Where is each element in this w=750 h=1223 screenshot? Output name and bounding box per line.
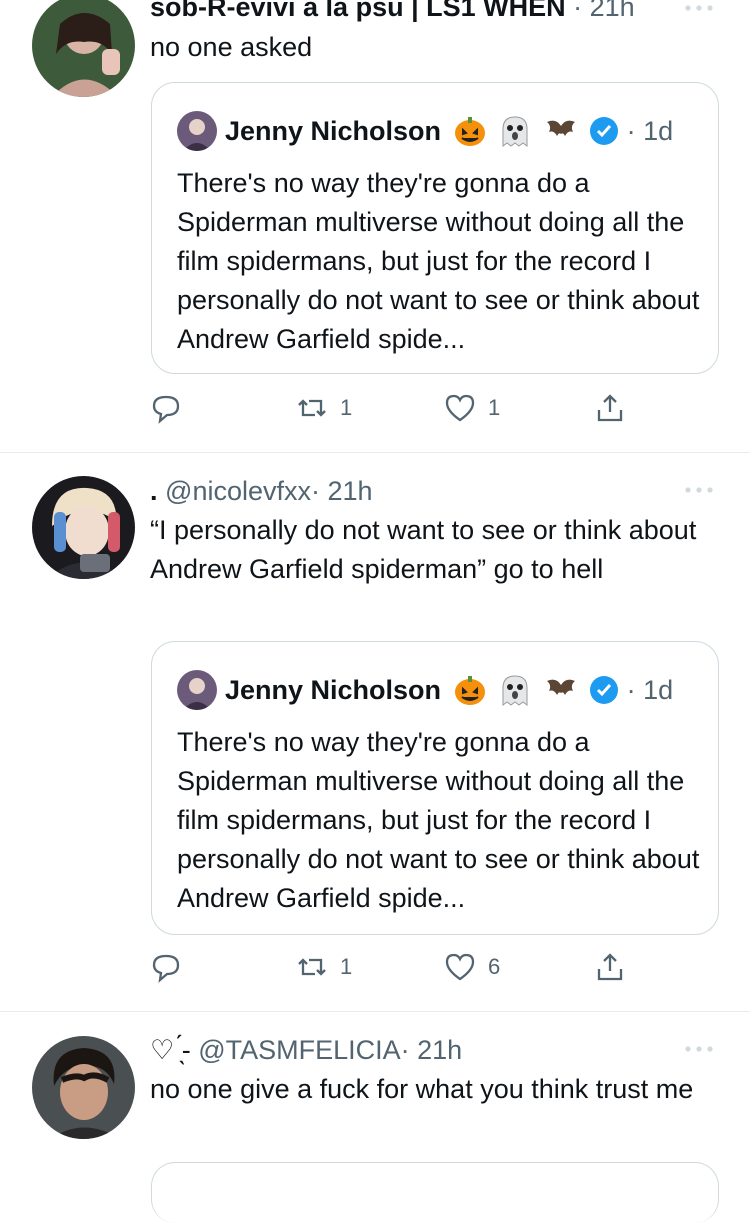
tweet-time[interactable]: · 21h — [573, 0, 635, 22]
quoted-tweet[interactable]: Jenny Nicholson · 1d There's no way they… — [151, 641, 719, 935]
share-button[interactable] — [594, 388, 626, 428]
pumpkin-emoji — [454, 117, 485, 146]
display-name[interactable]: . — [150, 476, 158, 506]
tweet-text: no one give a fuck for what you think tr… — [150, 1074, 694, 1104]
quoted-tweet-header: Jenny Nicholson · 1d — [177, 111, 673, 151]
tweet-text: “I personally do not want to see or thin… — [150, 515, 697, 584]
pumpkin-emoji — [454, 676, 485, 705]
retweet-button[interactable]: 1 — [296, 388, 352, 428]
reply-icon — [152, 395, 180, 424]
quoted-avatar[interactable] — [177, 670, 217, 710]
quoted-display-name[interactable]: Jenny Nicholson — [225, 675, 441, 705]
share-icon — [597, 394, 623, 422]
action-bar: 1 1 — [150, 388, 640, 428]
bat-emoji — [546, 120, 575, 136]
tweet-2[interactable]: . @nicolevfxx· 21h “I personally do not … — [0, 453, 750, 1010]
quoted-tweet[interactable]: Jenny Nicholson · 1d There's no way they… — [151, 82, 719, 374]
retweet-icon — [298, 958, 326, 976]
heart-icon — [445, 394, 475, 422]
tweet-time[interactable]: · 21h — [401, 1035, 463, 1065]
heart-icon — [445, 953, 475, 981]
retweet-icon — [298, 399, 326, 417]
reply-button[interactable] — [150, 388, 194, 428]
share-icon — [597, 953, 623, 981]
reply-icon — [152, 954, 180, 983]
tweet-header: ♡ ̖́- @TASMFELICIA· 21h — [150, 1033, 462, 1067]
like-count: 6 — [488, 954, 501, 979]
quoted-text: There's no way they're gonna do a Spider… — [177, 727, 700, 913]
avatar[interactable] — [32, 1036, 135, 1139]
more-icon[interactable] — [684, 486, 714, 494]
tweet-3[interactable]: ♡ ̖́- @TASMFELICIA· 21h no one give a fu… — [0, 1012, 750, 1223]
quoted-text: There's no way they're gonna do a Spider… — [177, 168, 700, 354]
verified-icon — [590, 117, 619, 145]
bat-emoji — [546, 679, 575, 695]
ghost-emoji — [502, 675, 528, 706]
retweet-button[interactable]: 1 — [296, 947, 352, 987]
tweet-time[interactable]: · 21h — [311, 476, 373, 506]
display-name[interactable]: sob-R-evivi a la psu | LS1 WHEN — [150, 0, 566, 22]
avatar[interactable] — [32, 0, 135, 97]
handle[interactable]: @TASMFELICIA — [198, 1035, 400, 1065]
more-icon[interactable] — [684, 4, 714, 12]
quoted-tweet[interactable] — [151, 1162, 719, 1223]
like-count: 1 — [488, 395, 501, 420]
like-button[interactable]: 1 — [444, 388, 500, 428]
avatar[interactable] — [32, 476, 135, 579]
quoted-tweet-header: Jenny Nicholson · 1d — [177, 670, 673, 710]
handle[interactable]: @nicolevfxx — [165, 476, 311, 506]
tweet-header: . @nicolevfxx· 21h — [150, 474, 373, 508]
quoted-display-name[interactable]: Jenny Nicholson — [225, 116, 441, 146]
like-button[interactable]: 6 — [444, 947, 500, 987]
quoted-time[interactable]: · 1d — [627, 116, 674, 146]
ghost-emoji — [502, 116, 528, 147]
reply-button[interactable] — [150, 947, 194, 987]
action-bar: 1 6 — [150, 947, 640, 987]
share-button[interactable] — [594, 947, 626, 987]
verified-icon — [590, 676, 619, 704]
tweet-1[interactable]: sob-R-evivi a la psu | LS1 WHEN · 21h no… — [0, 0, 750, 452]
more-icon[interactable] — [684, 1045, 714, 1053]
tweet-header: sob-R-evivi a la psu | LS1 WHEN · 21h — [150, 0, 635, 24]
retweet-count: 1 — [340, 395, 353, 420]
tweet-text: no one asked — [150, 32, 313, 62]
quoted-time[interactable]: · 1d — [627, 675, 674, 705]
quoted-avatar[interactable] — [177, 111, 217, 151]
retweet-count: 1 — [340, 954, 353, 979]
display-name[interactable]: ♡ ̖́- — [150, 1035, 191, 1065]
